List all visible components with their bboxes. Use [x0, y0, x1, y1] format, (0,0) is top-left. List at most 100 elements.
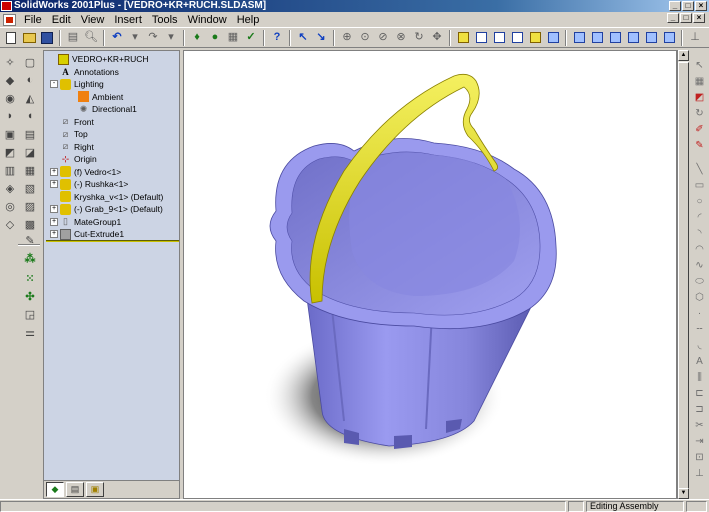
menu-tools[interactable]: Tools: [147, 13, 183, 27]
shell-icon[interactable]: ▣: [2, 126, 18, 142]
point-tool-icon[interactable]: ·: [692, 306, 707, 321]
print-preview-icon[interactable]: 🔍︎: [83, 30, 99, 46]
tree-item[interactable]: - Lighting: [50, 78, 104, 90]
menu-window[interactable]: Window: [183, 13, 232, 27]
circle-tool-icon[interactable]: ○: [692, 194, 707, 209]
tree-item[interactable]: + (-) Grab_9<1> (Default): [50, 203, 163, 215]
help-icon[interactable]: ?: [269, 30, 285, 46]
sketch-tool-icon[interactable]: ✧: [2, 54, 18, 70]
right-view-icon[interactable]: [625, 30, 641, 46]
three-point-arc-icon[interactable]: ◠: [692, 242, 707, 257]
fillet-icon[interactable]: ◗: [2, 108, 18, 124]
fillet-sketch-icon[interactable]: ◟: [692, 338, 707, 353]
undo-icon[interactable]: ↶: [109, 30, 125, 46]
menu-view[interactable]: View: [76, 13, 110, 27]
close-button[interactable]: ×: [695, 1, 707, 11]
rollback-bar[interactable]: [46, 240, 179, 242]
title-bar[interactable]: SolidWorks 2001Plus - [VEDRO+KR+RUCH.SLD…: [0, 0, 709, 12]
back-view-icon[interactable]: [589, 30, 605, 46]
tree-item[interactable]: + (f) Vedro<1>: [50, 166, 121, 178]
curve-tool-icon[interactable]: ◎: [2, 198, 18, 214]
scroll-down-button[interactable]: ▼: [678, 488, 689, 499]
mate-icon[interactable]: ⁙: [22, 270, 38, 286]
offset-icon[interactable]: ⊏: [692, 386, 707, 401]
menu-file[interactable]: File: [19, 13, 47, 27]
tree-item[interactable]: ⧄ Front: [50, 116, 94, 128]
eraser-icon[interactable]: ◩: [692, 90, 707, 105]
axis-tool-icon[interactable]: ▧: [22, 180, 38, 196]
redo-dropdown-icon[interactable]: ▾: [163, 30, 179, 46]
collapse-icon[interactable]: -: [50, 80, 58, 88]
arc-tool-icon[interactable]: ◜: [692, 210, 707, 225]
hidden-lines-icon[interactable]: [473, 30, 489, 46]
solidworks-app-icon[interactable]: [1, 1, 12, 11]
sweep-icon[interactable]: ◉: [2, 90, 18, 106]
expand-icon[interactable]: +: [50, 217, 58, 226]
sketch-entity-icon[interactable]: ▢: [22, 54, 38, 70]
expand-icon[interactable]: +: [50, 167, 58, 176]
chamfer-icon[interactable]: ◖: [22, 108, 38, 124]
model-view[interactable]: [184, 51, 677, 499]
draft-icon[interactable]: ◩: [2, 144, 18, 160]
menu-help[interactable]: Help: [232, 13, 265, 27]
rib-icon[interactable]: ▤: [22, 126, 38, 142]
revolve-boss-icon[interactable]: ◐: [22, 72, 38, 88]
insert-component-icon[interactable]: ⁂: [22, 250, 38, 266]
tree-item[interactable]: ⊹ Origin: [50, 153, 97, 165]
explode-icon[interactable]: ⚌: [22, 324, 38, 340]
smart-dimension-icon[interactable]: ✐: [692, 122, 707, 137]
rectangle-tool-icon[interactable]: ▭: [692, 178, 707, 193]
expand-icon[interactable]: +: [50, 205, 58, 213]
vertical-scrollbar[interactable]: ▲ ▼: [677, 50, 689, 499]
zoom-in-out-icon[interactable]: ⊘: [375, 30, 391, 46]
feature-manager-tab-icon[interactable]: ◆: [46, 482, 64, 497]
hidden-removed-icon[interactable]: [491, 30, 507, 46]
pattern-icon[interactable]: ▥: [2, 162, 18, 178]
options-icon[interactable]: ▦: [225, 30, 241, 46]
tree-item[interactable]: A Annotations: [50, 66, 119, 78]
tree-root[interactable]: VEDRO+KR+RUCH: [48, 53, 149, 65]
front-view-icon[interactable]: [571, 30, 587, 46]
polygon-tool-icon[interactable]: ⬡: [692, 290, 707, 305]
rebuild-sketch-icon[interactable]: ↻: [692, 106, 707, 121]
sketch-pencil-icon[interactable]: ✎: [692, 138, 707, 153]
shaded-icon[interactable]: [527, 30, 543, 46]
shadow-icon[interactable]: [545, 30, 561, 46]
select-icon[interactable]: ↖: [295, 30, 311, 46]
rebuild-icon[interactable]: ♦: [189, 30, 205, 46]
reference-icon[interactable]: ◇: [2, 216, 18, 232]
mirror-sketch-icon[interactable]: ⫼: [692, 370, 707, 385]
loft-icon[interactable]: ◭: [22, 90, 38, 106]
select-filter-icon[interactable]: ↘: [313, 30, 329, 46]
tree-item[interactable]: + (-) Rushka<1>: [50, 178, 128, 190]
surface-icon[interactable]: ▩: [22, 216, 38, 232]
trim-tool-icon[interactable]: ✂: [692, 418, 707, 433]
extend-tool-icon[interactable]: ⇥: [692, 434, 707, 449]
zoom-fit-icon[interactable]: ⊕: [339, 30, 355, 46]
add-relation-icon[interactable]: ⊥: [692, 466, 707, 481]
tree-item[interactable]: + ▯ MateGroup1: [50, 216, 121, 228]
scroll-thumb[interactable]: [678, 62, 689, 490]
tree-item[interactable]: Ambient: [68, 91, 123, 103]
construction-geometry-icon[interactable]: ⊡: [692, 450, 707, 465]
zoom-area-icon[interactable]: ⊙: [357, 30, 373, 46]
expand-icon[interactable]: +: [50, 180, 58, 188]
centerline-tool-icon[interactable]: ╌: [692, 322, 707, 337]
document-icon[interactable]: [3, 13, 16, 26]
mirror-icon[interactable]: ▦: [22, 162, 38, 178]
new-icon[interactable]: [3, 30, 19, 46]
redo-icon[interactable]: ↷: [145, 30, 161, 46]
doc-minimize-button[interactable]: _: [667, 13, 679, 23]
convert-entities-icon[interactable]: ⊐: [692, 402, 707, 417]
select-tool-icon[interactable]: ↖: [692, 58, 707, 73]
top-view-icon[interactable]: [643, 30, 659, 46]
ellipse-tool-icon[interactable]: ⬭: [692, 274, 707, 289]
split-line-icon[interactable]: ▨: [22, 198, 38, 214]
traffic-light-icon[interactable]: ●: [207, 30, 223, 46]
property-manager-tab-icon[interactable]: ▤: [66, 482, 84, 497]
check-icon[interactable]: ✓: [243, 30, 259, 46]
expand-icon[interactable]: +: [50, 230, 58, 238]
wireframe-icon[interactable]: [455, 30, 471, 46]
scroll-up-button[interactable]: ▲: [678, 50, 689, 61]
tangent-arc-icon[interactable]: ◝: [692, 226, 707, 241]
